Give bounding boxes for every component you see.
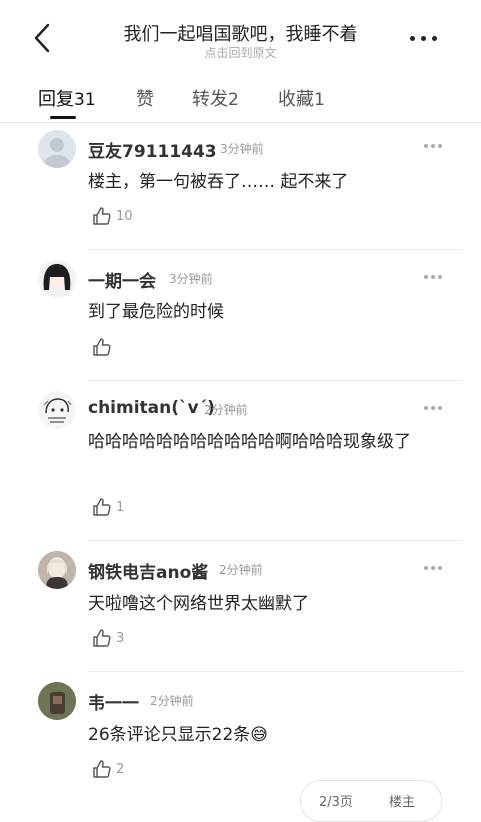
comment-more-button[interactable] [424,142,444,150]
timestamp: 2分钟前 [204,403,248,417]
comment-text: 哈哈哈哈哈哈哈哈哈哈哈啊哈哈哈现象级了 [88,432,411,452]
tab-likes[interactable]: 赞 [136,85,154,111]
more-options-button[interactable] [406,28,442,48]
photo-avatar-icon [38,551,76,589]
comment-more-button[interactable] [424,404,444,412]
doodle-avatar-icon [43,398,72,423]
comment-item: 钢铁电吉ano酱 2分钟前 天啦噜这个网络世界太幽默了 3 [0,541,481,672]
tab-label: 赞 [136,89,154,110]
timestamp: 3分钟前 [220,142,264,156]
avatar[interactable] [38,682,76,720]
anime-girl-avatar-icon [43,264,71,290]
avatar[interactable] [38,391,76,429]
like-count: 2 [116,762,125,777]
more-dot-icon [410,36,415,41]
avatar[interactable] [38,260,76,298]
thumbs-up-icon [93,629,111,647]
active-tab-indicator [50,116,76,119]
comment-text: 楼主，第一句被吞了…… 起不来了 [88,172,349,192]
more-dot-icon [432,36,437,41]
comment-more-button[interactable] [424,273,444,281]
tab-label: 转发 [192,89,228,110]
thumbs-up-icon [93,338,111,356]
like-count: 3 [116,631,125,646]
tab-favorites[interactable]: 收藏1 [278,85,325,111]
avatar[interactable] [38,551,76,589]
top-bar: 我们一起唱国歌吧，我睡不着 点击回到原文 [0,0,481,70]
avatar[interactable] [38,130,76,168]
thumbs-up-icon [93,498,111,516]
pagination-bar: 2/3页 楼主 [300,780,442,822]
username[interactable]: 韦一一 [88,689,139,714]
tab-count: 2 [228,90,239,110]
comment-text: 天啦噜这个网络世界太幽默了 [88,594,309,614]
thumbs-up-icon [93,207,111,225]
default-avatar-icon [44,138,70,168]
comment-item: 一期一会 3分钟前 到了最危险的时候 [0,250,481,381]
timestamp: 2分钟前 [150,694,194,708]
comment-text: 到了最危险的时候 [88,302,224,322]
like-count: 10 [116,209,133,224]
more-dot-icon [421,36,426,41]
tab-count: 1 [314,90,325,110]
tab-bar: 回复31 赞 转发2 收藏1 [0,70,481,123]
thumbs-up-icon [93,760,111,778]
sort-author-button[interactable]: 楼主 [389,791,415,810]
username[interactable]: 一期一会 [88,267,156,292]
username[interactable]: 豆友79111443 [88,137,217,162]
tab-reposts[interactable]: 转发2 [192,85,239,111]
comment-more-button[interactable] [424,564,444,572]
photo-avatar-icon [38,682,76,720]
tab-label: 回复 [38,89,74,110]
username[interactable]: 钢铁电吉ano酱 [88,558,208,583]
tab-label: 收藏 [278,89,314,110]
like-count: 1 [116,500,125,515]
page-indicator[interactable]: 2/3页 [319,791,353,810]
comment-item: chimitan(`v´) 2分钟前 哈哈哈哈哈哈哈哈哈哈哈啊哈哈哈现象级了 1 [0,381,481,541]
comment-text: 26条评论只显示22条😅 [88,725,268,745]
timestamp: 2分钟前 [219,563,263,577]
username[interactable]: chimitan(`v´) [88,398,215,418]
timestamp: 3分钟前 [169,272,213,286]
tab-count: 31 [74,90,96,110]
tab-replies[interactable]: 回复31 [38,85,96,111]
comment-item: 豆友79111443 3分钟前 楼主，第一句被吞了…… 起不来了 10 [0,122,481,250]
